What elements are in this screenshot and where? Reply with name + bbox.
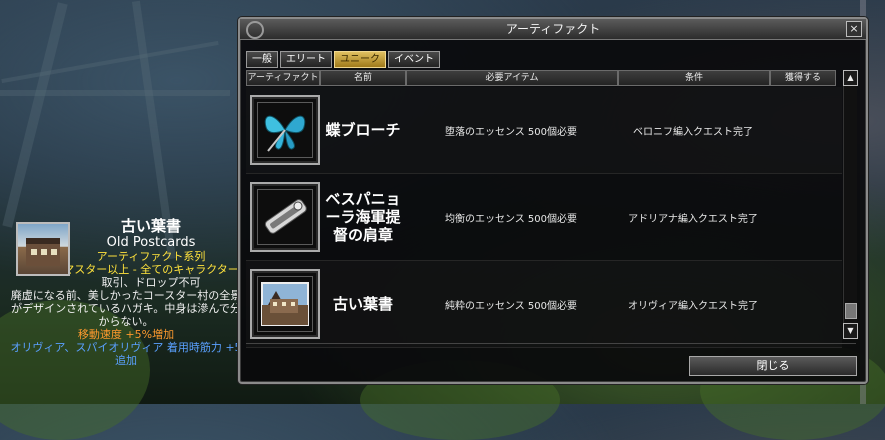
tooltip-description: 廃虚になる前、美しかったコースター村の全景がデザインされているハガキ。中身は滲ん… [10, 289, 242, 328]
header-artifact: アーティファクト [246, 70, 320, 86]
table-row[interactable]: 蝶ブローチ 堕落のエッセンス 500個必要 ベロニフ編入クエスト完了 [246, 87, 842, 174]
tooltip-bonus: オリヴィア、スパイオリヴィア 着用時筋力 +5 追加 [10, 341, 242, 367]
window-title: アーティファクト [505, 22, 601, 36]
header-obtain: 獲得する [770, 70, 836, 86]
tab-event[interactable]: イベント [388, 51, 440, 68]
artifact-window: アーティファクト × 一般 エリート ユニーク イベント アーティファクト 名前… [238, 17, 868, 384]
condition: ベロニフ編入クエスト完了 [633, 126, 753, 138]
table-row[interactable]: ベスパニョーラ海軍提督の肩章 均衡のエッセンス 500個必要 アドリアナ編入クエ… [246, 174, 842, 261]
tooltip-effect: 移動速度 +5%増加 [77, 328, 175, 341]
required-item: 堕落のエッセンス 500個必要 [444, 126, 578, 138]
scrollbar[interactable] [843, 86, 857, 337]
window-titlebar[interactable]: アーティファクト × [240, 19, 866, 40]
tooltip-trade: 取引、ドロップ不可 [101, 276, 201, 289]
close-button[interactable]: 閉じる [689, 356, 857, 376]
tooltip-restriction: マスター以上 - 全てのキャラクター [63, 263, 239, 276]
tooltip-title: 古い葉書 [120, 217, 181, 235]
condition: オリヴィア編入クエスト完了 [628, 300, 758, 312]
required-item: 均衡のエッセンス 500個必要 [444, 213, 578, 225]
scroll-up-icon[interactable]: ▲ [843, 70, 858, 86]
tooltip-subtitle: Old Postcards [106, 235, 196, 250]
tab-unique[interactable]: ユニーク [334, 51, 386, 68]
ornament-icon [246, 21, 264, 39]
artifact-name: 古い葉書 [332, 295, 393, 313]
postcard-icon [250, 269, 320, 339]
item-tooltip: 古い葉書 Old Postcards アーティファクト系列 マスター以上 - 全… [10, 217, 242, 368]
scrollbar-thumb[interactable] [845, 303, 857, 319]
tooltip-category: アーティファクト系列 [96, 250, 206, 263]
header-condition: 条件 [618, 70, 770, 86]
close-icon[interactable]: × [846, 21, 862, 37]
table-header: アーティファクト 名前 必要アイテム 条件 獲得する [246, 70, 844, 86]
required-item: 純粋のエッセンス 500個必要 [444, 300, 578, 312]
artifact-name: 蝶ブローチ [325, 121, 401, 139]
divider [246, 343, 856, 344]
header-name: 名前 [320, 70, 406, 86]
tab-general[interactable]: 一般 [246, 51, 278, 68]
condition: アドリアナ編入クエスト完了 [628, 213, 758, 225]
tab-bar: 一般 エリート ユニーク イベント [246, 51, 440, 68]
table-row[interactable]: 古い葉書 純粋のエッセンス 500個必要 オリヴィア編入クエスト完了 [246, 261, 842, 348]
artifact-list: 蝶ブローチ 堕落のエッセンス 500個必要 ベロニフ編入クエスト完了 ベスパニョ… [246, 87, 842, 348]
artifact-name: ベスパニョーラ海軍提督の肩章 [325, 190, 401, 244]
butterfly-brooch-icon [250, 95, 320, 165]
tab-elite[interactable]: エリート [280, 51, 332, 68]
scroll-down-icon[interactable]: ▼ [843, 323, 858, 339]
postcard-thumbnail-icon [16, 222, 70, 276]
epaulet-icon [250, 182, 320, 252]
header-required: 必要アイテム [406, 70, 618, 86]
